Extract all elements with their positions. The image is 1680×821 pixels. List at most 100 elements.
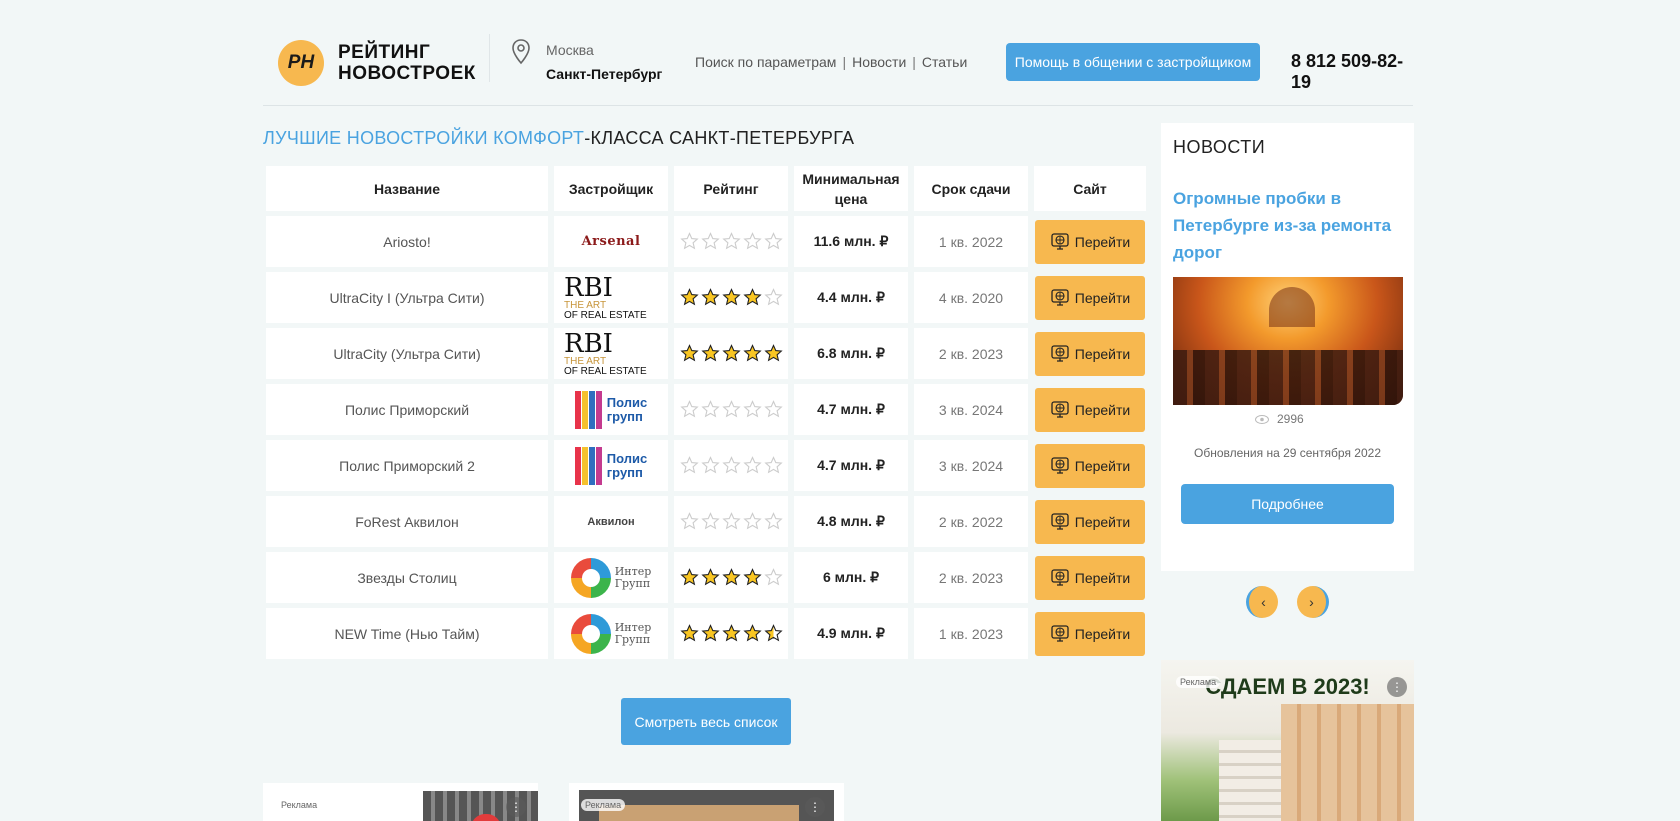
ad-menu-icon[interactable]: ⋮ <box>805 797 825 817</box>
star-icon <box>763 512 783 530</box>
star-icon <box>721 624 741 642</box>
news-next-arrow-icon[interactable]: › <box>1297 586 1329 618</box>
row-price: 6.8 млн. ₽ <box>794 328 908 379</box>
ratings-table: Название Застройщик Рейтинг Минимальная … <box>263 166 1148 664</box>
star-icon <box>700 344 720 362</box>
logo-icon[interactable]: РН <box>278 40 324 86</box>
logo-text: РН <box>287 52 315 73</box>
row-developer[interactable]: Полис групп <box>554 384 668 435</box>
table-row: Полис Приморский 2 Полис групп 4.7 млн. ₽3 … <box>263 440 1148 491</box>
news-more-button[interactable]: Подробнее <box>1181 484 1394 524</box>
table-row: Звезды Столиц Интер Групп 6 млн. ₽2 кв. 202… <box>263 552 1148 603</box>
news-image-traffic <box>1173 350 1403 405</box>
row-rating <box>674 552 788 603</box>
go-to-site-button[interactable]: Перейти <box>1035 499 1145 544</box>
nav-articles[interactable]: Статьи <box>922 54 967 70</box>
row-name[interactable]: FoRest Аквилон <box>266 496 548 547</box>
help-button[interactable]: Помощь в общении с застройщиком <box>1006 43 1260 81</box>
go-to-site-button[interactable]: Перейти <box>1035 387 1145 432</box>
go-to-site-button[interactable]: Перейти <box>1035 275 1145 320</box>
page-title-highlight: ЛУЧШИЕ НОВОСТРОЙКИ КОМФОРТ <box>263 128 585 148</box>
star-icon <box>721 232 741 250</box>
star-icon <box>679 288 699 306</box>
developer-logo-rbi: RBI THE ART OF REAL ESTATE <box>554 331 668 377</box>
row-price: 4.9 млн. ₽ <box>794 608 908 659</box>
go-to-site-button[interactable]: Перейти <box>1035 443 1145 488</box>
star-icon <box>679 232 699 250</box>
row-rating <box>674 496 788 547</box>
rating-stars <box>679 456 783 475</box>
news-image-dome <box>1269 287 1315 327</box>
row-name[interactable]: Звезды Столиц <box>266 552 548 603</box>
go-to-site-button[interactable]: Перейти <box>1035 331 1145 376</box>
star-icon <box>763 568 783 586</box>
main-nav: Поиск по параметрам | Новости | Статьи <box>695 54 967 70</box>
ad-banner-bottom-2[interactable]: Реклама ⋮ <box>569 783 844 821</box>
go-to-site-button[interactable]: Перейти <box>1035 611 1145 656</box>
star-icon <box>742 568 762 586</box>
city-spb-link[interactable]: Санкт-Петербург <box>546 66 662 82</box>
nav-separator: | <box>842 54 847 70</box>
star-icon <box>700 624 720 642</box>
star-icon <box>742 624 762 642</box>
row-name[interactable]: NEW Time (Нью Тайм) <box>266 608 548 659</box>
row-developer[interactable]: Аквилон <box>554 496 668 547</box>
inter-name-2: Групп <box>614 632 651 646</box>
row-name[interactable]: Полис Приморский 2 <box>266 440 548 491</box>
row-developer[interactable]: RBI THE ART OF REAL ESTATE <box>554 272 668 323</box>
developer-logo-polis: Полис групп <box>574 390 647 429</box>
row-developer[interactable]: Arsenal <box>554 216 668 267</box>
row-name[interactable]: Ariosto! <box>266 216 548 267</box>
star-icon <box>742 344 762 362</box>
star-icon <box>763 288 783 306</box>
star-icon <box>721 456 741 474</box>
row-deadline: 1 кв. 2022 <box>914 216 1028 267</box>
nav-search[interactable]: Поиск по параметрам <box>695 54 836 70</box>
ad-banner-bottom-1[interactable]: Реклама ⋮ <box>263 783 538 821</box>
go-to-site-label: Перейти <box>1074 345 1131 362</box>
star-icon <box>763 624 783 642</box>
ad-menu-icon[interactable]: ⋮ <box>1387 677 1407 697</box>
developer-logo-akvilon: Аквилон <box>587 515 635 528</box>
news-title-link[interactable]: Огромные пробки в Петербурге из-за ремон… <box>1173 185 1403 266</box>
row-rating <box>674 384 788 435</box>
city-moscow-link[interactable]: Москва <box>546 42 594 58</box>
star-icon <box>742 232 762 250</box>
star-icon <box>721 568 741 586</box>
phone-number[interactable]: 8 812 509-82-19 <box>1291 51 1413 93</box>
brand-name[interactable]: РЕЙТИНГ НОВОСТРОЕК <box>338 42 476 84</box>
row-developer[interactable]: RBI THE ART OF REAL ESTATE <box>554 328 668 379</box>
table-row: FoRest Аквилон Аквилон 4.8 млн. ₽2 кв. 202… <box>263 496 1148 547</box>
row-site: Перейти <box>1034 552 1146 603</box>
globe-icon <box>1051 456 1069 474</box>
star-icon <box>700 512 720 530</box>
ad-label: Реклама <box>1176 676 1221 688</box>
col-header-name: Название <box>266 166 548 211</box>
news-prev-arrow-icon[interactable]: ‹ <box>1246 586 1278 618</box>
view-all-button[interactable]: Смотреть весь список <box>621 698 791 745</box>
row-name[interactable]: UltraCity (Ультра Сити) <box>266 328 548 379</box>
rbi-tagline-1: THE ART <box>564 299 607 311</box>
polis-name-2: групп <box>606 464 643 480</box>
star-icon <box>763 456 783 474</box>
row-developer[interactable]: Интер Групп <box>554 608 668 659</box>
news-image[interactable] <box>1173 277 1403 405</box>
brand-line-1: РЕЙТИНГ <box>338 42 431 63</box>
row-site: Перейти <box>1034 272 1146 323</box>
row-name[interactable]: Полис Приморский <box>266 384 548 435</box>
header-divider <box>489 34 490 82</box>
star-icon <box>679 344 699 362</box>
star-icon <box>742 456 762 474</box>
row-rating <box>674 608 788 659</box>
go-to-site-button[interactable]: Перейти <box>1035 219 1145 264</box>
row-developer[interactable]: Полис групп <box>554 440 668 491</box>
ad-menu-icon[interactable]: ⋮ <box>506 797 526 817</box>
nav-news[interactable]: Новости <box>852 54 906 70</box>
go-to-site-button[interactable]: Перейти <box>1035 555 1145 600</box>
ad-banner-side[interactable]: СДАЕМ В 2023! Реклама ⋮ <box>1161 660 1414 821</box>
inter-circle-icon <box>570 613 611 654</box>
site-header: РН РЕЙТИНГ НОВОСТРОЕК Москва Санкт-Петер… <box>263 34 1413 106</box>
row-name[interactable]: UltraCity I (Ультра Сити) <box>266 272 548 323</box>
rating-stars <box>679 400 783 419</box>
row-developer[interactable]: Интер Групп <box>554 552 668 603</box>
